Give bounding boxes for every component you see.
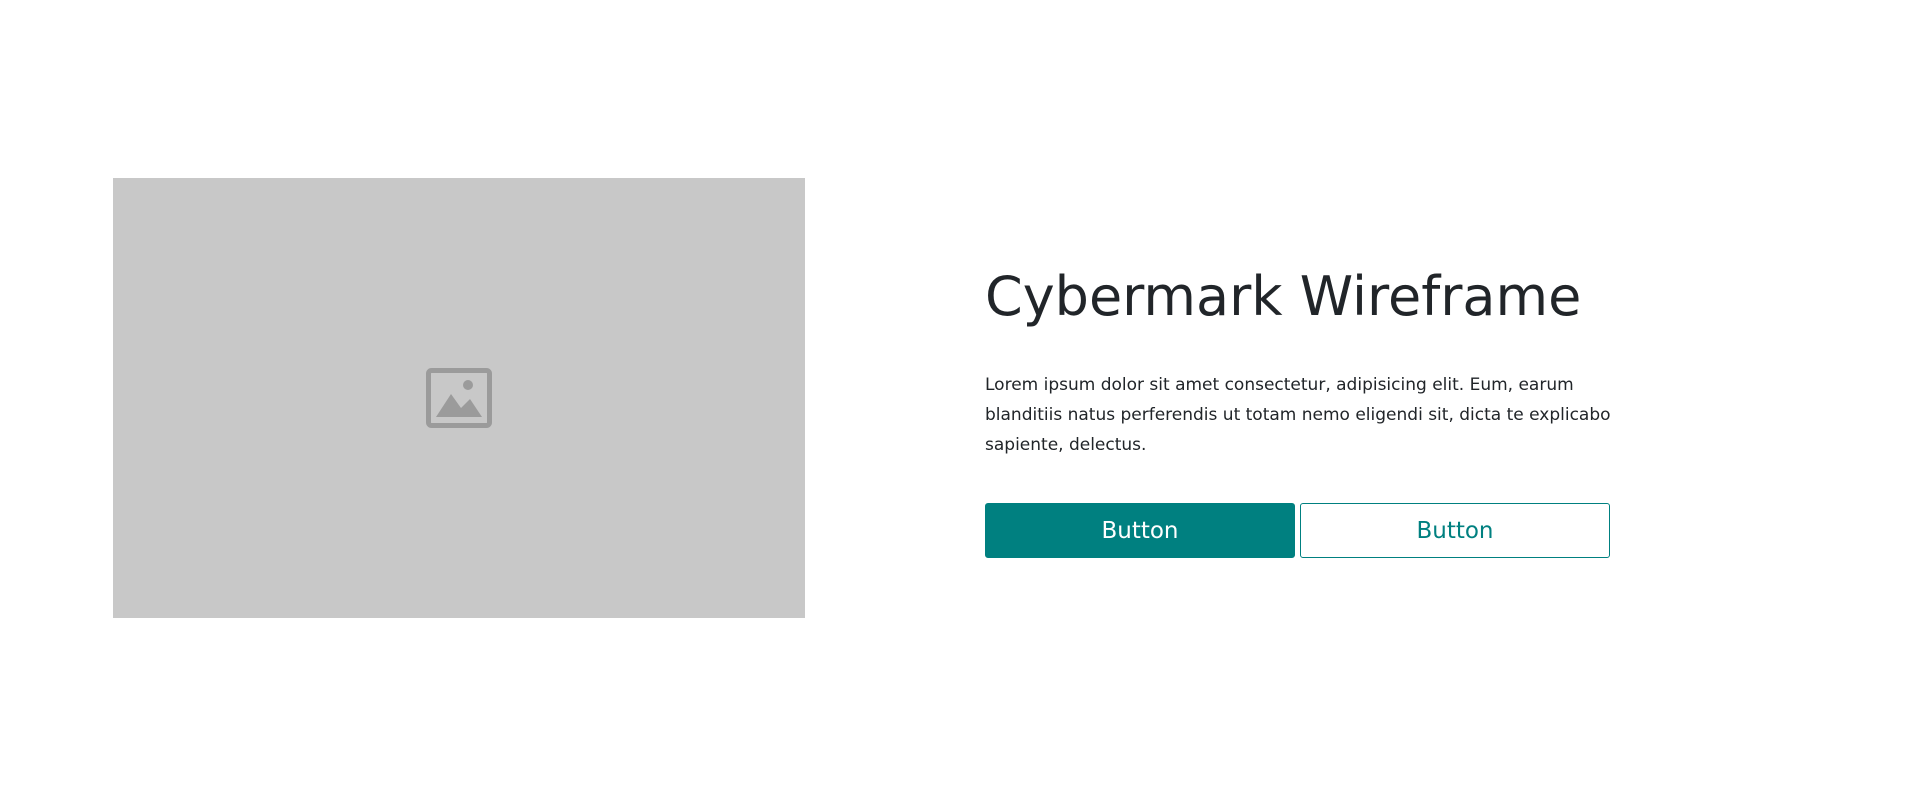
image-icon (426, 368, 492, 428)
button-group: Button Button (985, 503, 1635, 558)
image-placeholder (113, 178, 805, 618)
hero-content: Cybermark Wireframe Lorem ipsum dolor si… (985, 258, 1635, 558)
secondary-button[interactable]: Button (1300, 503, 1610, 558)
hero-description: Lorem ipsum dolor sit amet consectetur, … (985, 375, 1611, 455)
hero-section: Cybermark Wireframe Lorem ipsum dolor si… (0, 0, 1920, 789)
page-title: Cybermark Wireframe (985, 265, 1582, 328)
primary-button[interactable]: Button (985, 503, 1295, 558)
